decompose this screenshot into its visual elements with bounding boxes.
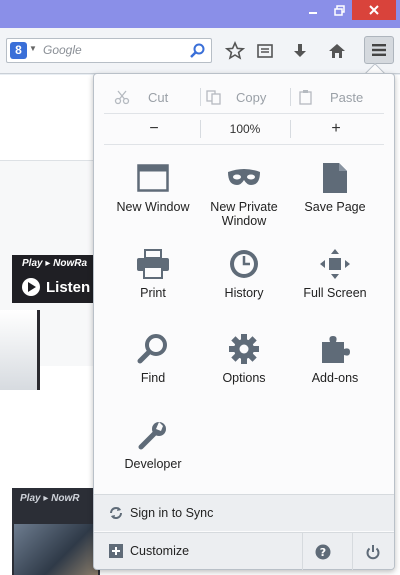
fullscreen-icon — [317, 246, 353, 282]
thumbnail-image — [14, 524, 98, 575]
window-icon — [135, 160, 171, 196]
hamburger-icon — [372, 44, 386, 56]
find-button[interactable]: Find — [105, 331, 201, 385]
zoom-controls: − 100% + — [94, 117, 394, 141]
new-private-window-button[interactable]: New Private Window — [196, 160, 292, 228]
sign-in-to-sync-row[interactable]: Sign in to Sync — [94, 494, 394, 531]
find-label: Find — [140, 371, 166, 385]
help-button[interactable]: ? — [302, 533, 342, 570]
quit-button[interactable] — [352, 533, 392, 570]
print-label: Print — [140, 286, 166, 300]
open-menu-button[interactable] — [364, 36, 394, 64]
search-box[interactable]: 8 ▼ Google — [6, 38, 212, 63]
page-icon — [317, 160, 353, 196]
player-title-2: Play ▸ NowR — [20, 493, 80, 504]
save-page-label: Save Page — [304, 200, 366, 214]
add-ons-button[interactable]: Add-ons — [287, 331, 383, 385]
edit-controls: Cut Copy Paste — [94, 84, 394, 110]
laptop-image — [0, 310, 40, 390]
cut-label: Cut — [148, 89, 169, 105]
history-label: History — [224, 286, 264, 300]
zoom-reset-button[interactable]: 100% — [200, 117, 290, 141]
chevron-down-icon[interactable]: ▼ — [29, 44, 37, 53]
svg-text:?: ? — [319, 546, 325, 559]
restore-button[interactable] — [326, 0, 352, 20]
power-icon — [366, 544, 379, 559]
zoom-in-button[interactable]: + — [316, 117, 356, 141]
clipboard-icon — [299, 90, 312, 105]
developer-label: Developer — [124, 457, 182, 471]
options-button[interactable]: Options — [196, 331, 292, 385]
developer-button[interactable]: Developer — [105, 417, 201, 471]
history-button[interactable]: History — [196, 246, 292, 300]
save-page-button[interactable]: Save Page — [287, 160, 383, 214]
customize-button[interactable]: Customize — [130, 533, 189, 570]
printer-icon — [135, 246, 171, 282]
sync-icon — [110, 507, 122, 519]
wrench-icon — [135, 417, 171, 453]
puzzle-icon — [317, 331, 353, 367]
footer-bar: Customize ? — [94, 532, 394, 570]
clock-icon — [226, 246, 262, 282]
new-private-window-label: New Private Window — [210, 200, 278, 228]
close-button[interactable] — [352, 0, 396, 20]
customize-plus-icon[interactable] — [108, 543, 124, 559]
divider — [104, 144, 384, 145]
full-screen-button[interactable]: Full Screen — [287, 246, 383, 300]
new-window-button[interactable]: New Window — [105, 160, 201, 214]
copy-button[interactable]: Copy — [206, 84, 266, 110]
bookmark-star-icon[interactable] — [223, 39, 247, 63]
new-window-label: New Window — [116, 200, 190, 214]
add-ons-label: Add-ons — [311, 371, 359, 385]
sign-in-to-sync-label: Sign in to Sync — [130, 506, 214, 520]
help-icon: ? — [315, 544, 330, 559]
play-icon — [22, 278, 40, 296]
paste-label: Paste — [330, 89, 364, 105]
cut-button[interactable]: Cut — [114, 84, 168, 110]
divider — [104, 113, 384, 114]
listen-button[interactable]: Listen — [22, 278, 90, 296]
window-titlebar — [0, 0, 400, 28]
reading-list-icon[interactable] — [253, 39, 277, 63]
listen-label: Listen — [46, 278, 91, 296]
magnifier-icon — [135, 331, 171, 367]
player-title: Play ▸ NowRa — [22, 258, 88, 269]
search-input[interactable]: Google — [43, 39, 82, 62]
full-screen-label: Full Screen — [303, 286, 367, 300]
search-icon[interactable] — [189, 42, 207, 60]
scissors-icon — [114, 90, 130, 105]
navigation-toolbar: 8 ▼ Google — [0, 28, 400, 74]
home-icon[interactable] — [325, 39, 349, 63]
print-button[interactable]: Print — [105, 246, 201, 300]
paste-button[interactable]: Paste — [298, 84, 363, 110]
download-icon[interactable] — [288, 39, 312, 63]
copy-label: Copy — [236, 89, 267, 105]
google-engine-icon[interactable]: 8 — [10, 42, 27, 59]
main-menu-panel: Cut Copy Paste − 100% + New Window New P… — [93, 73, 395, 570]
zoom-out-button[interactable]: − — [134, 117, 174, 141]
minimize-button[interactable] — [300, 0, 326, 20]
copy-icon — [206, 90, 221, 105]
gear-icon — [226, 331, 262, 367]
mask-icon — [226, 160, 262, 196]
options-label: Options — [222, 371, 266, 385]
